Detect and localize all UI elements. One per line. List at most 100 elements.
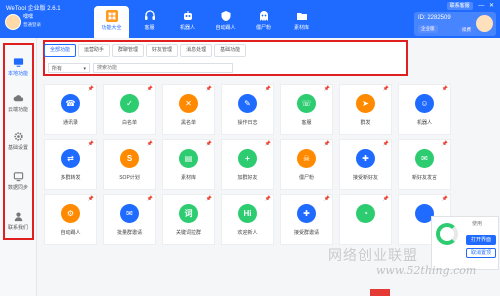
feature-card[interactable]: 📌 ✕ 黑名单 <box>162 84 215 135</box>
feature-card-label: 客服 <box>301 120 312 126</box>
user-name: 嘿嘿 <box>23 14 34 20</box>
sidebar-item-settings[interactable]: 基础设置 <box>0 124 36 158</box>
headset-icon <box>144 10 156 22</box>
cancel-pin-button[interactable]: 取消置顶 <box>466 248 496 258</box>
pin-icon[interactable]: 📌 <box>88 86 94 92</box>
feature-card[interactable]: 📌 ▤ 素材库 <box>162 139 215 190</box>
pin-icon[interactable]: 📌 <box>324 141 330 147</box>
sidebar-item-sync[interactable]: 数据同步 <box>0 164 36 198</box>
tab-customer-service[interactable]: 客服 <box>132 6 167 38</box>
avatar[interactable] <box>5 14 21 30</box>
feature-card[interactable]: 📌 ⇄ 多群转发 <box>44 139 97 190</box>
account-id: ID: 2282509 <box>418 15 451 21</box>
tab-friend-management[interactable]: 好友管理 <box>146 44 179 57</box>
feature-card[interactable]: 📌 ☠ 僵尸粉 <box>280 139 333 190</box>
blacklist-icon: ✕ <box>179 94 198 113</box>
feature-card[interactable]: 📌 ☎ 通讯录 <box>44 84 97 135</box>
feature-card[interactable]: 📌 ✓ 白名单 <box>103 84 156 135</box>
close-button[interactable]: ✕ <box>489 3 494 9</box>
chevron-down-icon: ▾ <box>83 66 86 72</box>
pin-icon[interactable]: 📌 <box>265 86 271 92</box>
pin-icon[interactable]: 📌 <box>383 141 389 147</box>
whitelist-icon: ✓ <box>120 94 139 113</box>
feature-card[interactable]: 📌 S SOP计划 <box>103 139 156 190</box>
tab-auto-kick[interactable]: 自动踢人 <box>208 6 243 38</box>
category-select[interactable]: 所有 ▾ <box>48 63 90 73</box>
feature-card[interactable]: 📌 ✉ 新好友发言 <box>398 139 451 190</box>
tab-all-features[interactable]: 功能大全 <box>94 6 129 38</box>
account-card[interactable]: ID: 2282509 企业版 续费 <box>414 12 496 36</box>
search-input[interactable] <box>93 63 233 73</box>
monitor-icon <box>13 58 23 67</box>
feature-card[interactable]: 📌 ☺ 机器人 <box>398 84 451 135</box>
feature-card[interactable]: 📌 + 加群好友 <box>221 139 274 190</box>
feature-card[interactable]: 📌 ◔ <box>339 194 392 245</box>
tab-robot[interactable]: 机器人 <box>170 6 205 38</box>
vip-badge: 企业版 <box>418 25 438 33</box>
sidebar-item-contact[interactable]: 联系我们 <box>0 204 36 238</box>
pin-icon[interactable]: 📌 <box>324 86 330 92</box>
renew-button[interactable]: 续费 <box>459 26 474 34</box>
feature-card-label: 操作日志 <box>237 120 258 126</box>
accept-friend-icon: ✚ <box>356 149 375 168</box>
cloud-icon <box>13 95 23 102</box>
select-value: 所有 <box>52 66 63 72</box>
pin-icon[interactable]: 📌 <box>147 141 153 147</box>
feature-card[interactable]: 📌 ⚙ 自动踢人 <box>44 194 97 245</box>
welcome-icon: Hi <box>238 204 257 223</box>
tab-basic-functions[interactable]: 基础功能 <box>214 44 247 57</box>
contact-link[interactable]: 联系客服 <box>446 2 473 10</box>
feature-card-label: 黑名单 <box>180 120 196 126</box>
feature-card[interactable]: 📌 ✚ 接受群邀请 <box>280 194 333 245</box>
floating-mini-window[interactable]: 使用 打开界面 取消置顶 <box>431 216 499 270</box>
material-icon: ▤ <box>179 149 198 168</box>
feature-card-label: 通讯录 <box>62 120 78 126</box>
pin-icon[interactable]: 📌 <box>147 86 153 92</box>
tab-message-processing[interactable]: 消息处理 <box>180 44 213 57</box>
pin-icon[interactable]: 📌 <box>88 196 94 202</box>
shield-icon <box>220 10 232 22</box>
pin-icon[interactable]: 📌 <box>442 196 448 202</box>
tab-all[interactable]: 全部功能 <box>44 44 77 57</box>
invite-icon: ✉ <box>120 204 139 223</box>
pin-icon[interactable]: 📌 <box>147 196 153 202</box>
pin-icon[interactable]: 📌 <box>324 196 330 202</box>
pin-icon[interactable]: 📌 <box>206 141 212 147</box>
pin-icon[interactable]: 📌 <box>265 196 271 202</box>
tab-operations[interactable]: 运营助手 <box>78 44 111 57</box>
pin-icon[interactable]: 📌 <box>442 86 448 92</box>
feature-card[interactable]: 📌 Hi 欢迎新人 <box>221 194 274 245</box>
red-tab-marker <box>370 289 390 296</box>
feature-card[interactable]: 📌 ✚ 接受新好友 <box>339 139 392 190</box>
ghost-icon: ☠ <box>297 149 316 168</box>
tab-group-management[interactable]: 群聊管理 <box>112 44 145 57</box>
feature-card[interactable]: 📌 词关键词拉群 <box>162 194 215 245</box>
tab-zombie-fans[interactable]: 僵尸粉 <box>246 6 281 38</box>
feature-card-label: 加群好友 <box>237 175 258 181</box>
sidebar-item-cloud[interactable]: 云端功能 <box>0 86 36 120</box>
open-interface-button[interactable]: 打开界面 <box>466 235 496 245</box>
sidebar-item-label: 本地功能 <box>7 71 28 77</box>
feature-card[interactable]: 📌 ☏ 客服 <box>280 84 333 135</box>
pin-icon[interactable]: 📌 <box>265 141 271 147</box>
pin-icon[interactable]: 📌 <box>442 141 448 147</box>
pin-icon[interactable]: 📌 <box>206 86 212 92</box>
feature-card[interactable]: 📌 ✎ 操作日志 <box>221 84 274 135</box>
feature-card[interactable]: 📌 ➤ 群发 <box>339 84 392 135</box>
feature-card[interactable]: 📌 ✉ 批量群邀请 <box>103 194 156 245</box>
user-icon <box>14 212 22 222</box>
feature-card-label: 自动踢人 <box>60 230 81 236</box>
pin-icon[interactable]: 📌 <box>383 86 389 92</box>
app-title: WeTool 企业版 2.6.1 <box>6 6 61 12</box>
tab-material-library[interactable]: 素材库 <box>284 6 319 38</box>
kick-icon: ⚙ <box>61 204 80 223</box>
sidebar-item-label: 基础设置 <box>7 145 28 151</box>
pin-icon[interactable]: 📌 <box>206 196 212 202</box>
forward-icon: ⇄ <box>61 149 80 168</box>
pin-icon[interactable]: 📌 <box>383 196 389 202</box>
sidebar-item-label: 联系我们 <box>7 225 28 231</box>
sop-icon: S <box>120 149 139 168</box>
pin-icon[interactable]: 📌 <box>88 141 94 147</box>
minimize-button[interactable]: — <box>478 3 484 9</box>
sidebar-item-local[interactable]: 本地功能 <box>0 50 36 84</box>
